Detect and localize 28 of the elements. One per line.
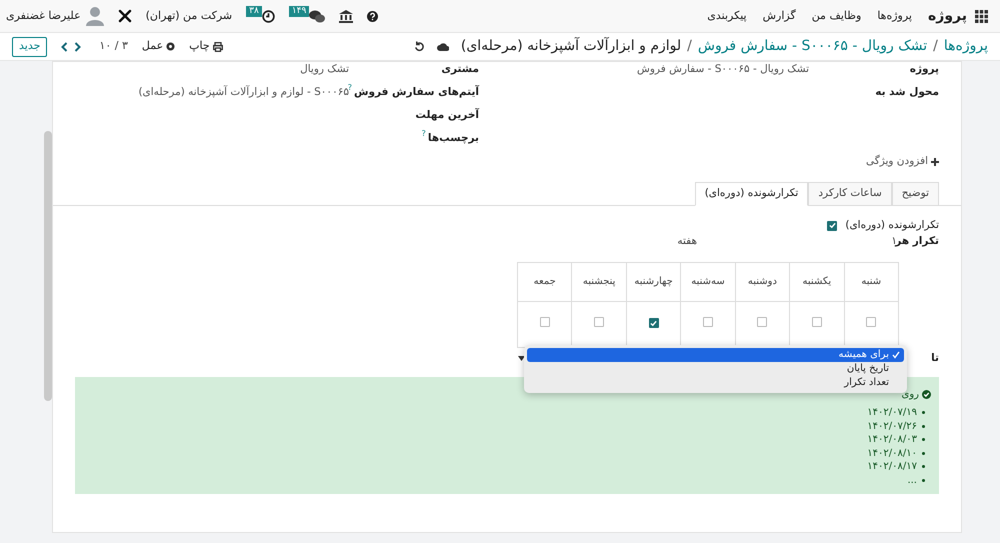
breadcrumb-current: لوازم و ابزارآلات آشپزخانه (مرحله‌ای) xyxy=(460,36,682,56)
field-label: مشتری xyxy=(441,62,479,77)
message-count-badge: ۱۴۹ xyxy=(288,6,310,16)
occurrence-date: ۱۴۰۲/۰۸/۱۷ xyxy=(867,460,917,474)
occurrence-date: ۱۴۰۲/۰۸/۱۰ xyxy=(867,446,917,460)
alert-text: روی xyxy=(902,388,919,402)
column-header: دوشنبه xyxy=(735,262,790,302)
field-label: آیتم‌های سفارش فروش xyxy=(354,85,479,100)
column-header: جمعه xyxy=(518,262,572,302)
column-header: چهارشنبه xyxy=(626,262,681,302)
field-label: آخرین مهلت xyxy=(415,108,479,123)
occurrence-date: ۱۴۰۲/۰۸/۰۳ xyxy=(867,433,917,447)
column-header: یکشنبه xyxy=(790,262,844,302)
field-label: تکرارشونده (دوره‌ای) xyxy=(844,218,939,233)
occurrence-date: ۱۴۰۲/۰۷/۲۶ xyxy=(867,420,917,434)
breadcrumb-separator: / xyxy=(933,37,938,56)
column-header: سه‌شنبه xyxy=(680,262,736,302)
column-header: پنجشنبه xyxy=(572,262,626,302)
field-label: تا xyxy=(930,350,939,366)
field-label: محول شد به xyxy=(875,85,939,100)
occurrence-date: ... xyxy=(907,474,917,488)
column-header: شنبه xyxy=(844,262,898,302)
occurrence-date: ۱۴۰۲/۰۷/۱۹ xyxy=(867,406,917,420)
field-label: پروژه xyxy=(910,62,939,77)
breadcrumb-separator: / xyxy=(687,37,692,56)
activity-count-badge: ۳۸ xyxy=(246,6,262,16)
field-label: تکرار هر xyxy=(897,234,939,249)
field-label: برچسب‌ها xyxy=(428,131,479,146)
